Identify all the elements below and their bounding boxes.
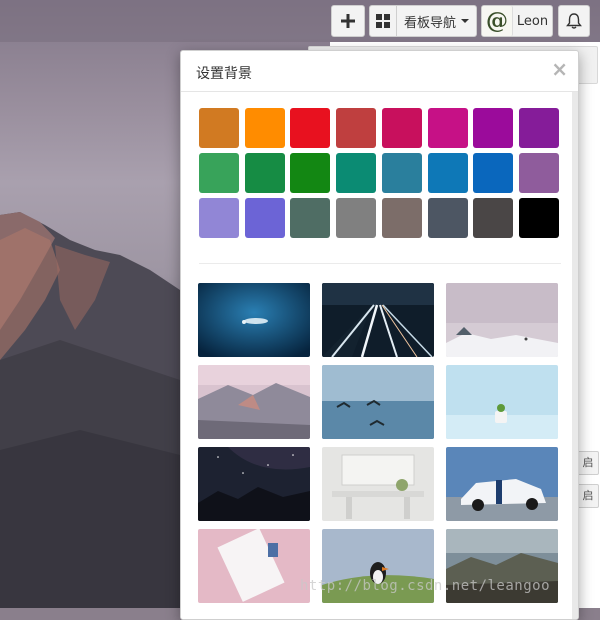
dialog-scrollbar[interactable] [572,92,578,619]
color-swatch-17[interactable] [199,198,239,238]
background-thumb-pink-mountain[interactable] [198,365,310,439]
underwater-diver-image [198,283,310,357]
background-side-button-2[interactable]: 启 [577,484,599,508]
color-swatch-24[interactable] [519,198,559,238]
color-swatch-9[interactable] [199,153,239,193]
close-icon[interactable]: × [551,57,568,81]
color-swatch-4[interactable] [336,108,376,148]
color-swatch-2[interactable] [245,108,285,148]
plus-icon [341,14,355,28]
board-nav-label: 看板导航 [403,15,456,31]
color-swatch-13[interactable] [382,153,422,193]
color-swatch-1[interactable] [199,108,239,148]
avatar: @ [482,6,513,36]
board-nav-label-wrap: 看板导航 [397,12,476,31]
color-swatch-23[interactable] [473,198,513,238]
user-menu-button[interactable]: @ Leon [481,5,553,37]
add-button[interactable] [331,5,365,37]
color-swatch-10[interactable] [245,153,285,193]
username-label: Leon [516,13,549,29]
color-swatch-18[interactable] [245,198,285,238]
board-grid-icon-wrap [370,6,397,36]
section-divider [199,263,561,264]
dialog-title: 设置背景 [196,66,252,82]
snowy-landscape-image [446,283,558,357]
background-thumb-pink-notebook[interactable] [198,529,310,603]
color-swatch-22[interactable] [428,198,468,238]
background-thumb-small-plant[interactable] [446,365,558,439]
board-nav-button[interactable]: 看板导航 [369,5,477,37]
pink-mountain-image [198,365,310,439]
dialog-header: 设置背景 × [181,51,578,92]
background-thumb-snowy-landscape[interactable] [446,283,558,357]
color-swatch-16[interactable] [519,153,559,193]
color-swatch-14[interactable] [428,153,468,193]
background-thumb-white-interior[interactable] [322,447,434,521]
grid-icon [376,14,390,28]
starry-night-image [198,447,310,521]
color-swatch-3[interactable] [290,108,330,148]
background-thumb-starry-night[interactable] [198,447,310,521]
background-thumb-sports-car[interactable] [446,447,558,521]
color-swatch-11[interactable] [290,153,330,193]
color-swatch-12[interactable] [336,153,376,193]
color-swatch-6[interactable] [428,108,468,148]
caret-down-icon [461,19,469,23]
background-thumb-birds-over-lake[interactable] [322,365,434,439]
bell-icon [566,13,582,29]
background-thumb-underwater-diver[interactable] [198,283,310,357]
background-side-button-1[interactable]: 启 [577,451,599,475]
color-swatch-8[interactable] [519,108,559,148]
small-plant-image [446,365,558,439]
night-highway-image [322,283,434,357]
color-swatch-5[interactable] [382,108,422,148]
color-swatch-15[interactable] [473,153,513,193]
birds-over-lake-image [322,365,434,439]
color-swatch-20[interactable] [336,198,376,238]
white-interior-image [322,447,434,521]
color-swatch-19[interactable] [290,198,330,238]
color-swatch-7[interactable] [473,108,513,148]
watermark-text: http://blog.csdn.net/leangoo [300,578,551,594]
notifications-button[interactable] [558,5,590,37]
sports-car-image [446,447,558,521]
background-thumb-night-highway[interactable] [322,283,434,357]
pink-notebook-image [198,529,310,603]
set-background-dialog: 设置背景 × [180,50,579,620]
color-swatch-21[interactable] [382,198,422,238]
